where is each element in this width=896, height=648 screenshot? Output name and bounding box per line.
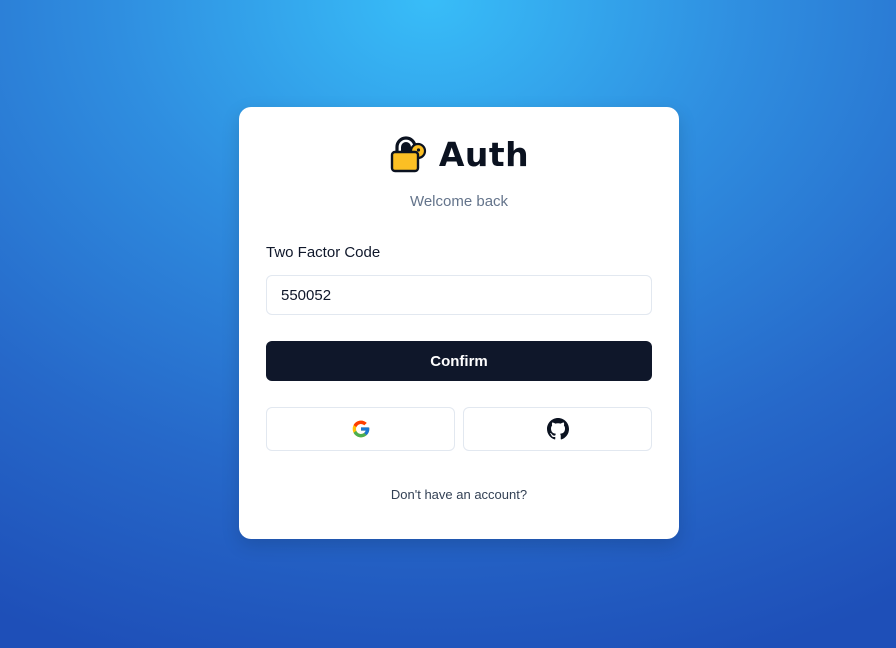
- signup-link[interactable]: Don't have an account?: [239, 487, 679, 502]
- github-icon: [546, 418, 569, 440]
- padlock-icon: [389, 135, 427, 173]
- brand-title: Auth: [438, 134, 530, 174]
- google-signin-button[interactable]: [266, 407, 455, 451]
- brand-header: Auth: [239, 133, 679, 175]
- two-factor-code-label: Two Factor Code: [266, 244, 381, 261]
- github-signin-button[interactable]: [463, 407, 652, 451]
- two-factor-code-input[interactable]: [266, 275, 652, 315]
- welcome-subtitle: Welcome back: [409, 193, 509, 210]
- confirm-button[interactable]: Confirm: [266, 341, 652, 381]
- login-card: Auth Welcome back Two Factor Code Confir…: [239, 107, 679, 539]
- google-icon: [351, 419, 371, 439]
